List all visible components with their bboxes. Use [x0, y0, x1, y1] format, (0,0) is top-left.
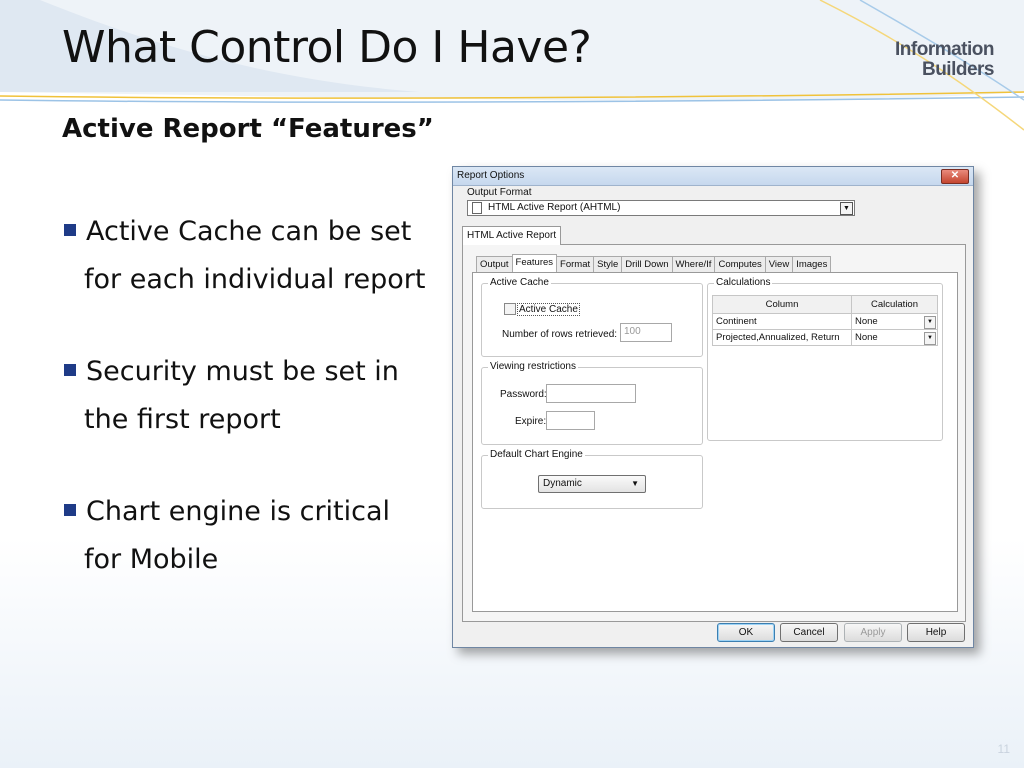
bullet-item: Security must be set in the first report — [62, 348, 452, 444]
active-cache-group-title: Active Cache — [488, 277, 551, 288]
viewing-restrictions-group: Viewing restrictions Password: Expire: — [481, 361, 703, 445]
tab-computes[interactable]: Computes — [714, 256, 766, 272]
column-cell: Projected,Annualized, Return — [712, 329, 852, 346]
apply-button[interactable]: Apply — [844, 623, 902, 642]
chart-engine-select[interactable]: Dynamic ▼ — [538, 475, 646, 493]
bullet-line: for Mobile — [84, 544, 219, 575]
bullet-line: the first report — [84, 404, 281, 435]
tab-where-if[interactable]: Where/If — [671, 256, 716, 272]
cancel-button[interactable]: Cancel — [780, 623, 838, 642]
tab-images[interactable]: Images — [792, 256, 832, 272]
logo-line-2: Builders — [921, 59, 995, 80]
company-logo: Information Builders — [895, 39, 995, 80]
tab-format[interactable]: Format — [556, 256, 595, 272]
calculation-header[interactable]: Calculation — [851, 295, 938, 314]
bullet-line: Chart engine is critical — [86, 496, 391, 527]
bullet-line: Active Cache can be set — [86, 216, 412, 247]
chart-engine-value: Dynamic — [543, 478, 582, 489]
rows-retrieved-value: 100 — [624, 326, 641, 337]
page-number: 11 — [997, 742, 1010, 756]
help-button[interactable]: Help — [907, 623, 965, 642]
chevron-down-icon: ▼ — [631, 479, 639, 488]
expire-input[interactable] — [546, 411, 595, 430]
active-cache-checkbox-label[interactable]: Active Cache — [517, 303, 580, 316]
table-row: Continent None ▼ — [712, 313, 938, 330]
chevron-down-icon[interactable]: ▼ — [840, 202, 853, 215]
dialog-titlebar[interactable]: Report Options ✕ — [453, 167, 973, 186]
document-icon — [472, 202, 482, 214]
chevron-down-icon[interactable]: ▼ — [924, 332, 936, 345]
calculation-value: None — [855, 316, 878, 327]
tab-drill-down[interactable]: Drill Down — [621, 256, 673, 272]
tab-style[interactable]: Style — [593, 256, 623, 272]
bullet-line: Security must be set in — [86, 356, 399, 387]
column-cell: Continent — [712, 313, 852, 330]
tab-features[interactable]: Features — [511, 254, 558, 272]
active-cache-checkbox[interactable] — [504, 303, 516, 315]
column-header[interactable]: Column — [712, 295, 852, 314]
calculations-title: Calculations — [714, 277, 773, 288]
tab-html-active-report[interactable]: HTML Active Report — [462, 226, 562, 245]
logo-line-1: Information — [895, 39, 995, 60]
chart-engine-title: Default Chart Engine — [488, 449, 585, 460]
slide-title: What Control Do I Have? — [62, 22, 592, 73]
password-label: Password: — [500, 389, 547, 400]
calculations-group: Calculations Column Calculation Continen… — [707, 277, 943, 441]
output-format-label: Output Format — [467, 187, 532, 198]
output-format-value: HTML Active Report (AHTML) — [488, 202, 621, 213]
active-cache-group: Active Cache Active Cache Number of rows… — [481, 277, 703, 357]
close-button[interactable]: ✕ — [941, 169, 969, 184]
bullet-square-icon — [64, 224, 76, 236]
rows-retrieved-label: Number of rows retrieved: — [502, 329, 618, 340]
chevron-down-icon[interactable]: ▼ — [924, 316, 936, 329]
outer-tab-panel: Output Features Format Style Drill Down Where… — [462, 244, 966, 622]
calculations-table: Column Calculation Continent None ▼ Proj… — [712, 295, 938, 346]
bullet-square-icon — [64, 364, 76, 376]
bullet-item: Chart engine is critical for Mobile — [62, 488, 452, 584]
output-format-combo[interactable]: HTML Active Report (AHTML) ▼ — [467, 200, 855, 216]
tab-output[interactable]: Output — [476, 256, 513, 272]
slide-subtitle: Active Report “Features” — [62, 114, 434, 144]
calculation-cell[interactable]: None ▼ — [851, 313, 938, 330]
password-input[interactable] — [546, 384, 636, 403]
features-tab-strip: Output Features Format Style Drill Down Where… — [476, 254, 832, 272]
bullet-line: for each individual report — [84, 264, 426, 295]
features-panel: Active Cache Active Cache Number of rows… — [472, 272, 958, 612]
bullet-item: Active Cache can be set for each individ… — [62, 208, 452, 304]
calculation-value: None — [855, 332, 878, 343]
bullet-square-icon — [64, 504, 76, 516]
table-row: Projected,Annualized, Return None ▼ — [712, 329, 938, 346]
chart-engine-group: Default Chart Engine Dynamic ▼ — [481, 449, 703, 509]
expire-label: Expire: — [515, 416, 547, 427]
ok-button[interactable]: OK — [717, 623, 775, 642]
report-options-dialog: Report Options ✕ Output Format HTML Acti… — [452, 166, 974, 648]
bullet-list: Active Cache can be set for each individ… — [62, 208, 452, 628]
calculation-cell[interactable]: None ▼ — [851, 329, 938, 346]
dialog-title: Report Options — [457, 170, 525, 181]
tab-view[interactable]: View — [764, 256, 794, 272]
viewing-restrictions-title: Viewing restrictions — [488, 361, 578, 372]
rows-retrieved-input[interactable]: 100 — [620, 323, 672, 342]
